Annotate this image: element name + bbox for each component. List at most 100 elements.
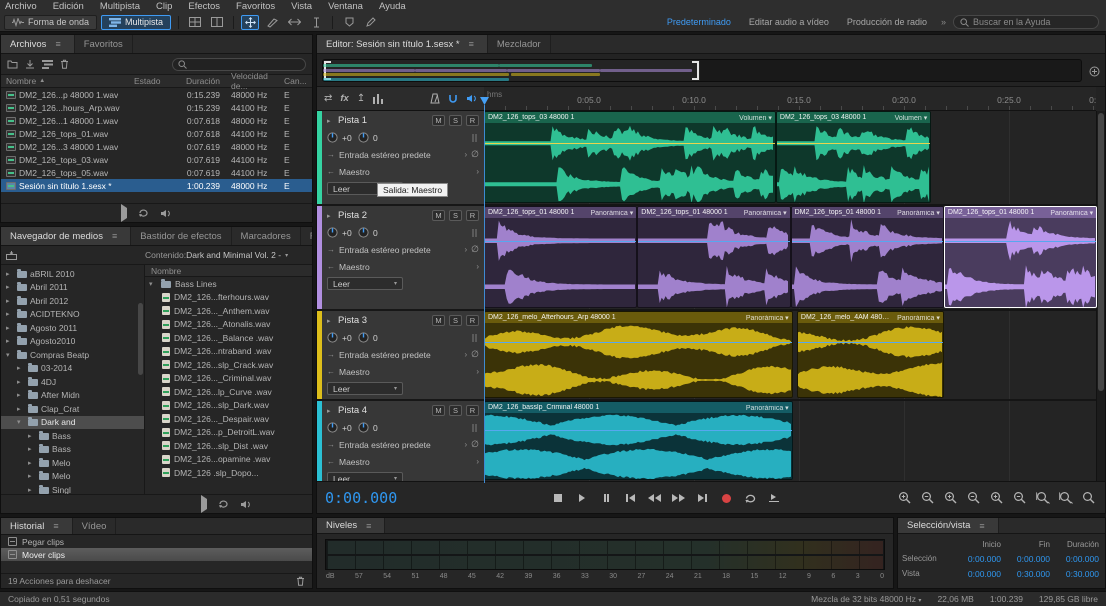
twirl-icon[interactable] (17, 418, 25, 426)
tab-seleccion-vista[interactable]: Selección/vista ≡ (898, 518, 999, 533)
solo-button[interactable]: S (449, 115, 462, 126)
razor-tool-icon[interactable] (263, 15, 281, 30)
preview-autoplay-icon[interactable] (240, 500, 251, 509)
zoom-out-button[interactable] (920, 490, 936, 505)
twirl-icon[interactable] (6, 270, 14, 278)
tab-bastidor-de-efectos[interactable]: Bastidor de efectos (131, 227, 231, 245)
menu-item[interactable]: Edición (45, 1, 92, 12)
no-input-monitor-icon[interactable]: ∅ (471, 149, 479, 160)
pan-knob[interactable] (358, 422, 369, 433)
clip-waveform-area[interactable] (792, 218, 943, 307)
volume-knob[interactable] (327, 422, 338, 433)
track-collapse-icon[interactable]: ▸ (327, 317, 334, 325)
track-name[interactable]: Pista 4 (338, 405, 367, 416)
no-input-monitor-icon[interactable]: ∅ (471, 244, 479, 255)
clip-header[interactable]: DM2_126_tops_03 48000 1 Volumen ▾ (485, 112, 775, 123)
audio-clip[interactable]: DM2_126_tops_01 48000 1 Panorámica ▾ (637, 206, 790, 308)
twirl-icon[interactable] (28, 432, 36, 440)
zoom-in-vertical-button[interactable] (989, 490, 1005, 505)
history-item[interactable]: Pegar clips (1, 535, 312, 548)
media-file-row[interactable]: DM2_126..._Criminal.wav (145, 372, 312, 386)
file-row[interactable]: DM2_126...hours_Arp.wav 0:15.239 44100 H… (1, 101, 312, 114)
track-lane[interactable]: DM2_126_melo_Afterhours_Arp 48000 1 Pano… (484, 311, 1096, 401)
twirl-icon[interactable] (17, 405, 25, 413)
insert-multitrack-icon[interactable] (42, 60, 53, 69)
clip-header[interactable]: DM2_126_tops_01 48000 1 Panorámica ▾ (792, 207, 943, 218)
media-file-row[interactable]: DM2_126...fterhours.wav (145, 291, 312, 305)
tab-historial[interactable]: Historial ≡ (1, 518, 73, 534)
media-file-row[interactable]: DM2_126...lp_Curve .wav (145, 385, 312, 399)
clip-waveform-area[interactable] (945, 218, 1096, 307)
tab-niveles[interactable]: Niveles ≡ (317, 518, 385, 533)
zoom-in-button[interactable] (897, 490, 913, 505)
tab-navegador-de-medios[interactable]: Navegador de medios ≡ (1, 227, 131, 245)
twirl-icon[interactable] (6, 310, 14, 318)
layout-split-icon[interactable] (208, 15, 226, 30)
panel-menu-icon[interactable]: ≡ (51, 39, 64, 49)
clip-waveform-area[interactable] (485, 123, 775, 202)
clip-waveform-area[interactable] (485, 413, 792, 479)
drives-icon[interactable] (6, 251, 17, 260)
tree-item[interactable]: Singl (1, 483, 144, 494)
panel-menu-icon[interactable]: ≡ (108, 231, 121, 241)
track-output-selector[interactable]: Maestro (339, 367, 472, 377)
twirl-icon[interactable] (6, 283, 14, 291)
clip-header[interactable]: DM2_126_tops_01 48000 1 Panorámica ▾ (638, 207, 789, 218)
tree-item[interactable]: Agosto 2011 (1, 321, 144, 335)
tree-item[interactable]: ACIDTEKNO (1, 308, 144, 322)
media-list-header[interactable]: Nombre (145, 265, 312, 277)
seleccion-fin[interactable]: 0:00.000 (1003, 554, 1052, 564)
zoom-in-time-button[interactable] (943, 490, 959, 505)
zoom-out-time-button[interactable] (966, 490, 982, 505)
clip-automation-selector[interactable]: Panorámica ▾ (746, 404, 789, 412)
twirl-icon[interactable] (17, 391, 25, 399)
track-name[interactable]: Pista 2 (338, 210, 367, 221)
audio-clip[interactable]: DM2_126_melo_4AM 48000 1 Panorámica ▾ (797, 311, 944, 398)
files-search-input[interactable] (172, 58, 306, 71)
play-button[interactable] (573, 491, 591, 505)
column-nombre[interactable]: Nombre▲ (1, 76, 134, 86)
to-end-button[interactable] (693, 491, 711, 505)
column-canales[interactable]: Can... (284, 76, 306, 86)
preview-loop-icon[interactable] (138, 208, 149, 218)
track-output-selector[interactable]: Maestro (339, 167, 472, 177)
track-collapse-icon[interactable]: ▸ (327, 212, 334, 220)
media-file-row[interactable]: DM2_126..._Atonalis.wav (145, 318, 312, 332)
media-file-row[interactable]: DM2_126...slp_Crack.wav (145, 358, 312, 372)
track-name[interactable]: Pista 1 (338, 115, 367, 126)
track-name[interactable]: Pista 3 (338, 315, 367, 326)
automation-envelope[interactable] (792, 241, 943, 242)
waveform-view-button[interactable]: Forma de onda (4, 15, 97, 30)
media-file-row[interactable]: DM2_126..._Balance .wav (145, 331, 312, 345)
track-output-selector[interactable]: Maestro (339, 457, 472, 467)
tab-video[interactable]: Vídeo (73, 518, 117, 534)
metronome-icon[interactable] (430, 93, 440, 104)
volume-knob[interactable] (327, 332, 338, 343)
twirl-icon[interactable] (28, 486, 36, 494)
menu-item[interactable]: Ayuda (371, 1, 414, 12)
tab-mezclador[interactable]: Mezclador (488, 35, 551, 53)
pencil-tool-icon[interactable] (362, 15, 380, 30)
preview-loop-icon[interactable] (218, 499, 229, 509)
audio-clip[interactable]: DM2_126_melo_Afterhours_Arp 48000 1 Pano… (484, 311, 793, 398)
clip-automation-selector[interactable]: Panorámica ▾ (1050, 209, 1093, 217)
layout-grid-icon[interactable] (186, 15, 204, 30)
tree-item[interactable]: After Midn (1, 389, 144, 403)
clip-automation-selector[interactable]: Panorámica ▾ (590, 209, 633, 217)
seleccion-inicio[interactable]: 0:00.000 (954, 554, 1003, 564)
pan-knob[interactable] (358, 227, 369, 238)
tree-item[interactable]: aBRIL 2010 (1, 267, 144, 281)
twirl-icon[interactable] (6, 351, 14, 359)
io-routing-icon[interactable]: ⇄ (324, 93, 332, 104)
mute-button[interactable]: M (432, 210, 445, 221)
column-estado[interactable]: Estado (134, 76, 168, 86)
track-collapse-icon[interactable]: ▸ (327, 407, 334, 415)
panel-menu-icon[interactable]: ≡ (49, 521, 62, 531)
twirl-icon[interactable] (17, 364, 25, 372)
help-search-input[interactable]: Buscar en la Ayuda (953, 15, 1099, 29)
clip-automation-selector[interactable]: Panorámica ▾ (746, 314, 789, 322)
clip-header[interactable]: DM2_126_melo_Afterhours_Arp 48000 1 Pano… (485, 312, 792, 323)
automation-mode-select[interactable]: Leer▾ (327, 382, 403, 395)
clip-automation-selector[interactable]: Volumen ▾ (895, 114, 928, 122)
slip-tool-icon[interactable] (285, 15, 303, 30)
